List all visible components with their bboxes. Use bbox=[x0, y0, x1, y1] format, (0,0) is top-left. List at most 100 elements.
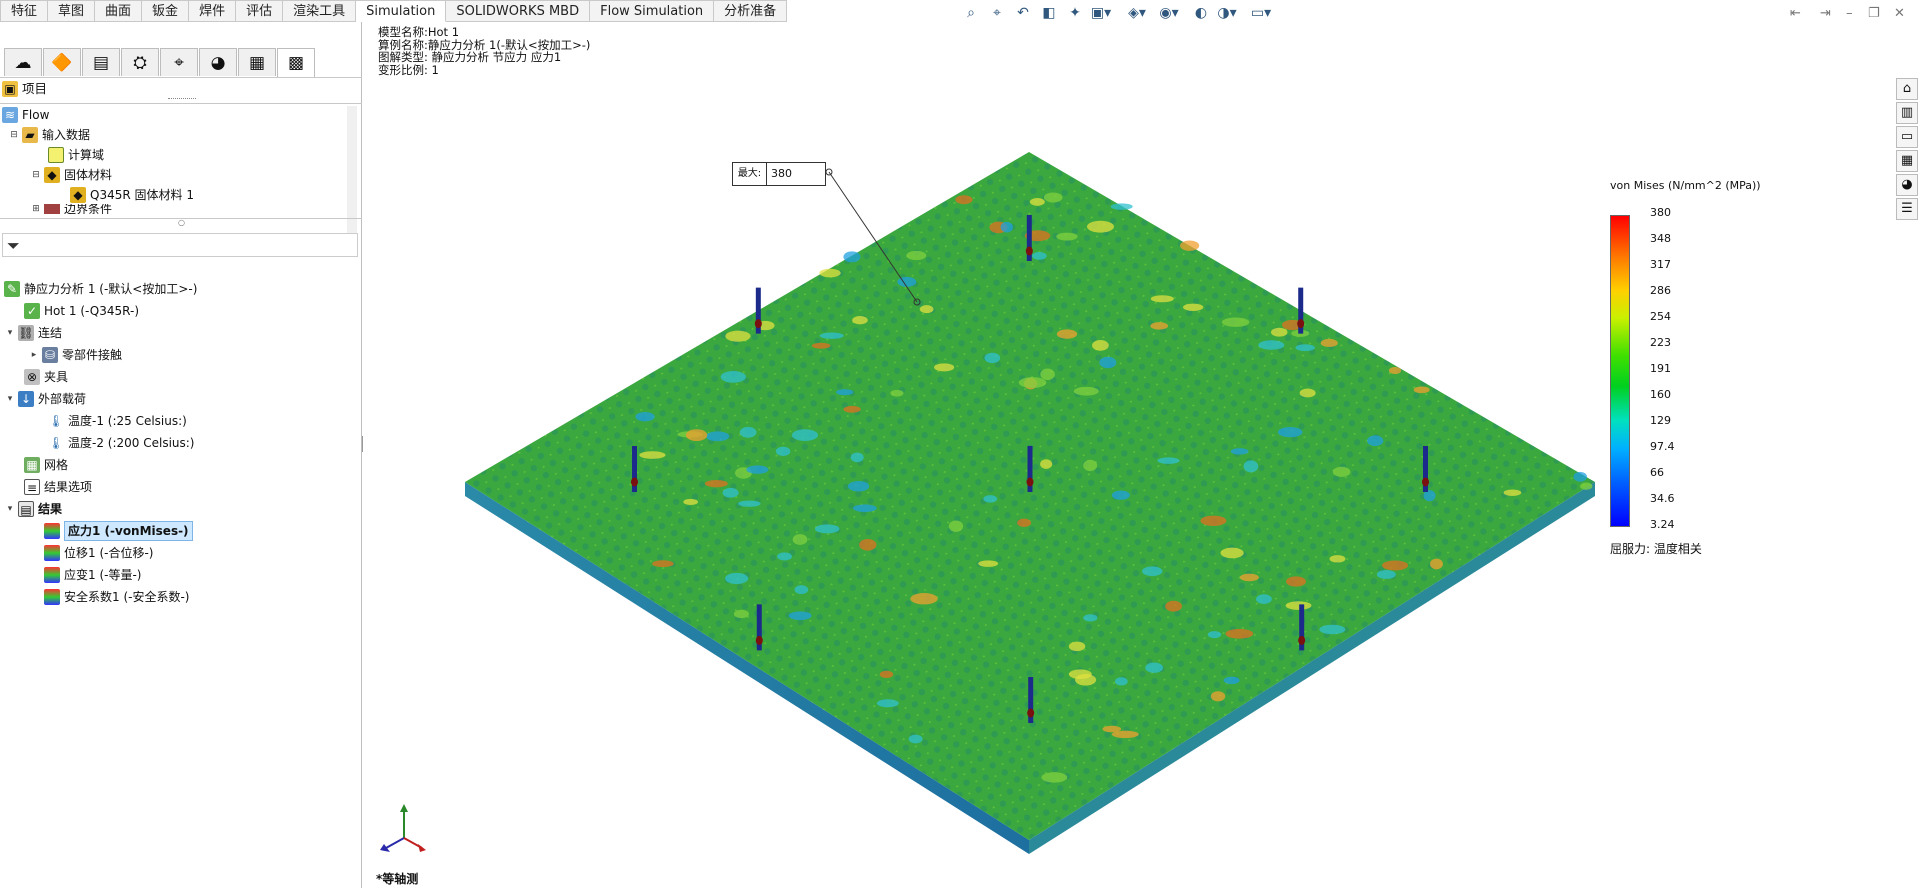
stress-plot-model[interactable] bbox=[363, 22, 1920, 888]
collapse-arrow-icon[interactable]: ▾ bbox=[4, 500, 16, 518]
file-explorer-icon[interactable]: ▭ bbox=[1896, 126, 1918, 148]
legend-tick-label: 191 bbox=[1650, 362, 1671, 375]
close-icon[interactable]: ✕ bbox=[1894, 6, 1905, 21]
max-value-callout[interactable]: 最大: 380 bbox=[732, 162, 826, 186]
dimxpert-tab-icon[interactable]: ⌖ bbox=[160, 48, 198, 76]
legend-tick-label: 66 bbox=[1650, 466, 1664, 479]
external-loads-icon: ↓ bbox=[18, 391, 34, 407]
part-item[interactable]: ✓ Hot 1 (-Q345R-) bbox=[24, 302, 139, 320]
collapse-arrow-icon[interactable]: ▾ bbox=[4, 390, 16, 408]
minimize-icon[interactable]: – bbox=[1846, 6, 1853, 21]
custom-properties-icon[interactable]: ☰ bbox=[1896, 198, 1918, 220]
display-style-icon[interactable]: ◈▾ bbox=[1126, 4, 1148, 22]
stress-hotspot bbox=[1388, 366, 1402, 375]
split-grip[interactable] bbox=[168, 98, 196, 102]
stress-hotspot bbox=[984, 352, 1001, 364]
result-options-item[interactable]: ≡ 结果选项 bbox=[24, 478, 92, 496]
flow-tab-icon[interactable]: ▩ bbox=[277, 48, 315, 77]
task-pane-tabs: ⌂ ▥ ▭ ▦ ◕ ☰ bbox=[1896, 78, 1918, 222]
connections-item[interactable]: ▾ ⛓ 连结 bbox=[4, 324, 62, 342]
collapse-icon[interactable]: ⊞ bbox=[30, 204, 42, 214]
zoom-to-area-icon[interactable]: ⌖ bbox=[986, 4, 1008, 22]
view-palette-icon[interactable]: ▦ bbox=[1896, 150, 1918, 172]
legend-tick-label: 129 bbox=[1650, 414, 1671, 427]
collapse-arrow-icon[interactable]: ▾ bbox=[4, 324, 16, 342]
filter-icon[interactable]: ⏷ bbox=[7, 236, 20, 256]
model-name-line: 模型名称:Hot 1 bbox=[378, 25, 460, 39]
expand-arrow-icon[interactable]: ▸ bbox=[28, 346, 40, 364]
stress-hotspot bbox=[1580, 482, 1593, 490]
fixture-pin-tip bbox=[1027, 708, 1035, 718]
flow-analysis-tree-tab-icon[interactable]: ☁ bbox=[4, 48, 42, 76]
view-orientation-icon[interactable]: ▣▾ bbox=[1090, 4, 1112, 22]
section-view-icon[interactable]: ◧ bbox=[1038, 4, 1060, 22]
displacement-result-item[interactable]: 位移1 (-合位移-) bbox=[44, 544, 153, 562]
stress-hotspot bbox=[635, 412, 655, 422]
display-manager-tab-icon[interactable]: ◕ bbox=[199, 48, 237, 76]
tab-analysis-prep[interactable]: 分析准备 bbox=[714, 0, 788, 22]
feature-tree-tab-icon[interactable]: 🔶 bbox=[43, 48, 81, 76]
study-item[interactable]: ✎ 静应力分析 1 (-默认<按加工>-) bbox=[4, 280, 197, 298]
collapse-icon[interactable]: ⊟ bbox=[8, 126, 20, 144]
external-loads-item[interactable]: ▾ ↓ 外部载荷 bbox=[4, 390, 86, 408]
tab-render-tools[interactable]: 渲染工具 bbox=[283, 0, 357, 22]
appearances-icon[interactable]: ◕ bbox=[1896, 174, 1918, 196]
tab-features[interactable]: 特征 bbox=[0, 0, 49, 22]
zoom-to-fit-icon[interactable]: ⌕ bbox=[960, 4, 982, 22]
component-contact-item[interactable]: ▸ ⛁ 零部件接触 bbox=[28, 346, 122, 364]
results-item[interactable]: ▾ ▤ 结果 bbox=[4, 500, 62, 518]
fixture-pin-tip bbox=[1298, 635, 1306, 645]
hide-show-items-icon[interactable]: ◉▾ bbox=[1158, 4, 1180, 22]
mesh-item[interactable]: ▦ 网格 bbox=[24, 456, 68, 474]
tab-simulation[interactable]: Simulation bbox=[356, 0, 447, 22]
dynamic-annotation-icon[interactable]: ✦ bbox=[1064, 4, 1086, 22]
fixture-pin-tip bbox=[631, 477, 638, 487]
computational-domain-item[interactable]: 计算域 bbox=[48, 146, 104, 164]
temperature-2-item[interactable]: 🌡 温度-2 (:200 Celsius:) bbox=[48, 434, 194, 452]
split-grip[interactable]: ○ bbox=[178, 218, 185, 227]
temperature-1-item[interactable]: 🌡 温度-1 (:25 Celsius:) bbox=[48, 412, 186, 430]
fixtures-item[interactable]: ⊗ 夹具 bbox=[24, 368, 68, 386]
solid-material-item[interactable]: ⊟ ◆ 固体材料 bbox=[30, 166, 112, 184]
legend-tick-label: 3.24 bbox=[1650, 518, 1675, 531]
material-icon: ◆ bbox=[70, 187, 86, 203]
simulation-tab-icon[interactable]: ▦ bbox=[238, 48, 276, 76]
edit-appearance-icon[interactable]: ◐ bbox=[1190, 4, 1212, 22]
stress-hotspot bbox=[1223, 676, 1240, 685]
design-library-icon[interactable]: ▥ bbox=[1896, 102, 1918, 124]
filter-bar[interactable]: ⏷ bbox=[2, 233, 358, 257]
thermometer-icon: 🌡 bbox=[48, 436, 64, 450]
tab-sketch[interactable]: 草图 bbox=[48, 0, 96, 22]
configuration-tab-icon[interactable]: ⛭ bbox=[121, 48, 159, 76]
stress-hotspot bbox=[1145, 662, 1163, 673]
input-data-item[interactable]: ⊟ ▰ 输入数据 bbox=[8, 126, 90, 144]
top-tree-scrollbar[interactable] bbox=[347, 106, 357, 234]
tab-solidworks-mbd[interactable]: SOLIDWORKS MBD bbox=[446, 0, 591, 22]
project-header[interactable]: ▣ 项目 bbox=[2, 80, 47, 98]
restore-icon[interactable]: ❐ bbox=[1868, 6, 1880, 21]
graphics-viewport[interactable] bbox=[363, 22, 1920, 888]
strain-result-item[interactable]: 应变1 (-等量-) bbox=[44, 566, 141, 584]
collapse-right-icon[interactable]: ⇥ bbox=[1820, 6, 1831, 21]
view-settings-icon[interactable]: ▭▾ bbox=[1250, 4, 1272, 22]
property-manager-tab-icon[interactable]: ▤ bbox=[82, 48, 120, 76]
home-icon[interactable]: ⌂ bbox=[1896, 78, 1918, 100]
tab-evaluate[interactable]: 评估 bbox=[236, 0, 284, 22]
flow-project-item[interactable]: ≋ Flow bbox=[2, 106, 49, 124]
tab-weldments[interactable]: 焊件 bbox=[189, 0, 237, 22]
tab-sheet-metal[interactable]: 钣金 bbox=[142, 0, 190, 22]
stress-hotspot bbox=[1086, 220, 1115, 233]
stress-hotspot bbox=[1150, 322, 1169, 330]
material-item[interactable]: ◆ Q345R 固体材料 1 bbox=[70, 186, 194, 204]
apply-scene-icon[interactable]: ◑▾ bbox=[1216, 4, 1238, 22]
stress-result-item[interactable]: 应力1 (-vonMises-) bbox=[44, 521, 193, 541]
boundary-conditions-item[interactable]: ⊞ 边界条件 bbox=[30, 204, 112, 214]
legend-color-bar[interactable] bbox=[1610, 215, 1630, 527]
safety-factor-result-item[interactable]: 安全系数1 (-安全系数-) bbox=[44, 588, 189, 606]
tab-flow-simulation[interactable]: Flow Simulation bbox=[590, 0, 715, 22]
collapse-icon[interactable]: ⊟ bbox=[30, 166, 42, 184]
collapse-left-icon[interactable]: ⇤ bbox=[1790, 6, 1801, 21]
tab-surfaces[interactable]: 曲面 bbox=[95, 0, 143, 22]
stress-hotspot bbox=[814, 524, 840, 534]
previous-view-icon[interactable]: ↶ bbox=[1012, 4, 1034, 22]
